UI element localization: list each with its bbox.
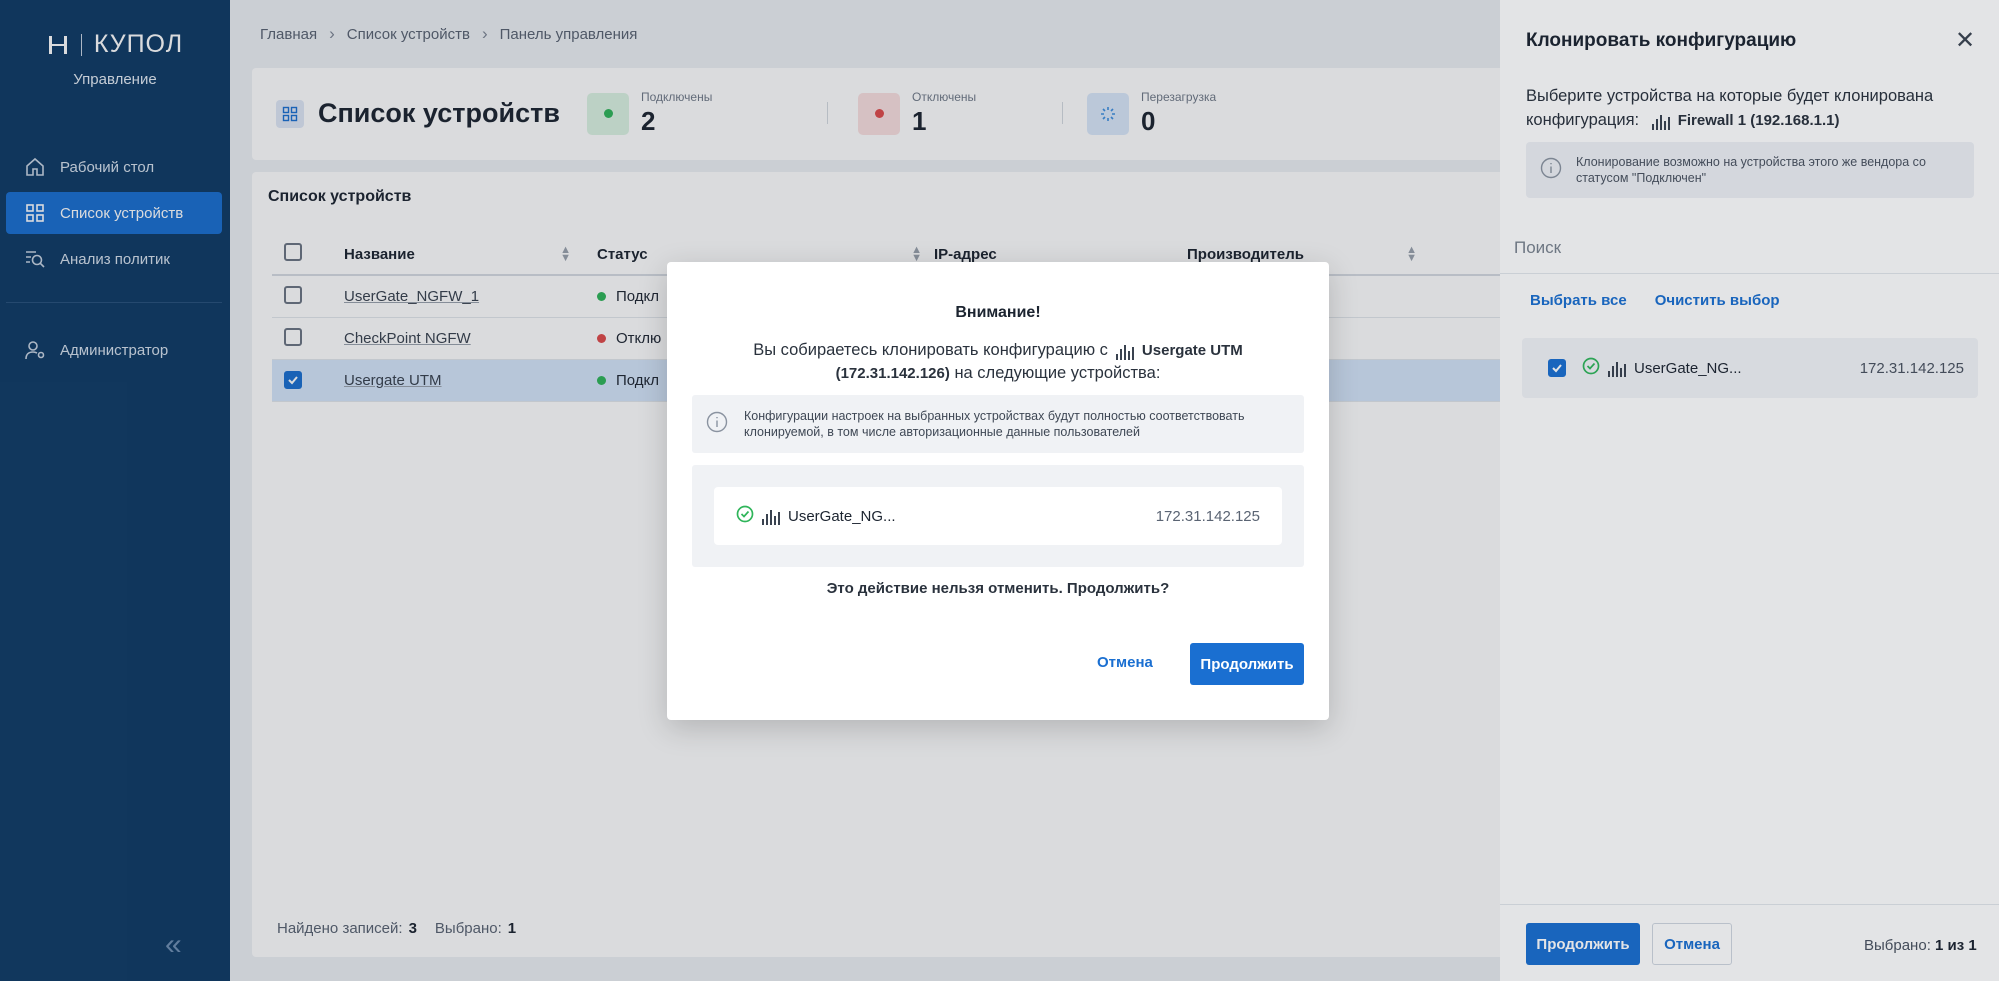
dialog-cancel-button[interactable]: Отмена: [1097, 654, 1153, 671]
dialog-warning: Это действие нельзя отменить. Продолжить…: [826, 580, 1170, 597]
dialog-title: Внимание!: [955, 304, 1041, 321]
info-icon: [706, 411, 728, 437]
vendor-icon: [762, 507, 780, 525]
dialog-message: Вы собираетесь клонировать конфигурацию …: [753, 341, 1243, 382]
panel-backdrop: [1500, 0, 1999, 981]
status-ok-icon: [736, 505, 754, 527]
dialog-device-list: UserGate_NG... 172.31.142.125: [692, 465, 1304, 567]
device-name: UserGate_NG...: [788, 507, 896, 525]
list-item: UserGate_NG... 172.31.142.125: [714, 487, 1282, 545]
confirm-dialog: Внимание! Вы собираетесь клонировать кон…: [667, 262, 1329, 720]
clone-config-panel: Клонировать конфигурацию ✕ Выберите устр…: [1500, 0, 1999, 981]
dialog-continue-button[interactable]: Продолжить: [1190, 643, 1304, 685]
vendor-icon: [1115, 342, 1134, 360]
dialog-info: Конфигурации настроек на выбранных устро…: [692, 395, 1304, 453]
device-ip: 172.31.142.125: [1155, 507, 1260, 525]
